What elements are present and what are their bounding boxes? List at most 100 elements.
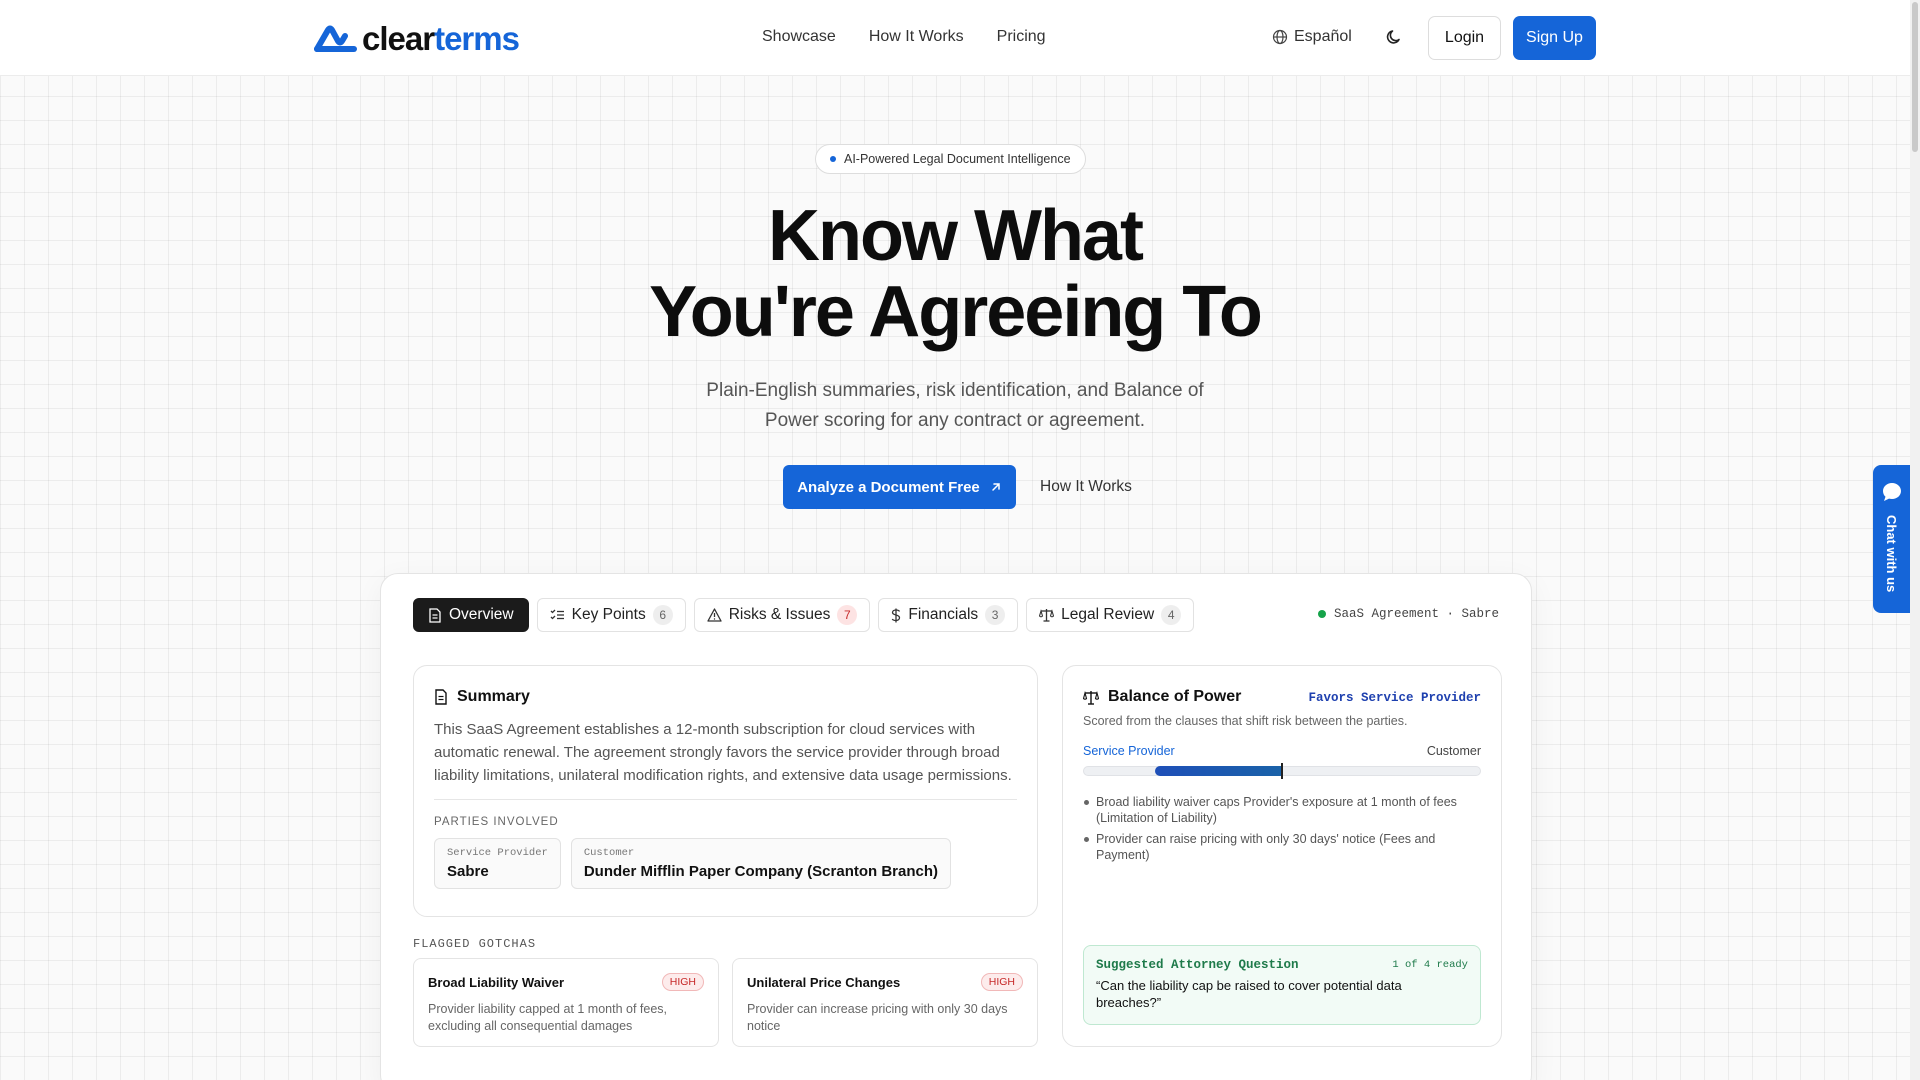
- hero-badge: AI-Powered Legal Document Intelligence: [815, 144, 1086, 174]
- badge-dot: [830, 156, 836, 162]
- nav-showcase[interactable]: Showcase: [762, 28, 836, 46]
- question-text: “Can the liability cap be raised to cove…: [1096, 978, 1402, 1010]
- tab-legal-review[interactable]: Legal Review 4: [1026, 598, 1195, 632]
- chat-widget-tab[interactable]: Chat with us: [1873, 465, 1910, 613]
- gotcha-header: Broad Liability Waiver HIGH: [428, 973, 704, 991]
- gotcha-title: Unilateral Price Changes: [747, 974, 901, 990]
- balance-subtitle: Scored from the clauses that shift risk …: [1083, 714, 1408, 728]
- site-header: clearterms Showcase How It Works Pricing…: [0, 0, 1910, 76]
- summary-text: This SaaS Agreement establishes a 12-mon…: [434, 721, 1012, 784]
- document-icon: [435, 689, 447, 705]
- analysis-tabs: Overview Key Points 6 Risks & Issues 7 F…: [413, 598, 1195, 632]
- tab-key-points-count: 6: [652, 605, 673, 625]
- how-it-works-link[interactable]: How It Works: [1040, 478, 1132, 496]
- tab-legal-review-label: Legal Review: [1061, 606, 1155, 623]
- scale-icon: [1083, 690, 1099, 705]
- hero-title-line2: You're Agreeing To: [649, 272, 1263, 352]
- balance-title: Balance of Power: [1108, 688, 1242, 705]
- severity-badge: HIGH: [661, 973, 704, 991]
- logo-mark-icon: [314, 25, 357, 52]
- arrow-up-right-icon: [992, 483, 1000, 491]
- balance-scale-fill: [1155, 766, 1282, 776]
- party-role: Service Provider: [447, 847, 548, 859]
- tab-risks-issues[interactable]: Risks & Issues 7: [693, 598, 871, 632]
- gotcha-description: Provider liability capped at 1 month of …: [428, 1002, 668, 1033]
- tab-financials-count: 3: [985, 605, 1006, 625]
- hero-title: Know What You're Agreeing To: [560, 198, 1350, 350]
- demo-panel: Overview Key Points 6 Risks & Issues 7 F…: [380, 573, 1532, 1080]
- tab-key-points-label: Key Points: [571, 606, 646, 623]
- chat-bubble-icon: [1882, 483, 1901, 501]
- party-name: Dunder Mifflin Paper Company (Scranton B…: [583, 863, 939, 880]
- party-role: Customer: [583, 847, 635, 859]
- login-button[interactable]: Login: [1428, 16, 1501, 60]
- globe-icon: [1272, 29, 1288, 45]
- tab-legal-review-count: 4: [1161, 605, 1182, 625]
- gotcha-title: Broad Liability Waiver: [428, 974, 565, 990]
- summary-header: Summary: [434, 688, 1017, 706]
- list-item: Broad liability waiver caps Provider's e…: [1083, 794, 1481, 826]
- brand-name-blue: terms: [434, 20, 520, 57]
- summary-divider: [434, 799, 1017, 800]
- moon-icon: [1386, 30, 1400, 44]
- tab-risks-count: 7: [837, 605, 858, 625]
- favors-label: Favors Service Provider: [1308, 691, 1481, 705]
- document-meta-label: SaaS Agreement · Sabre: [1333, 607, 1499, 621]
- parties-label: PARTIES INVOLVED: [434, 816, 559, 828]
- scale-right-label: Customer: [1426, 744, 1481, 758]
- balance-scale-track: [1083, 763, 1481, 779]
- document-icon: [429, 607, 441, 623]
- party-service-provider: Service Provider Sabre: [434, 838, 561, 889]
- gotcha-card[interactable]: Broad Liability Waiver HIGH Provider lia…: [413, 958, 719, 1047]
- scrollbar-thumb[interactable]: [1912, 2, 1918, 152]
- attorney-question-box[interactable]: Suggested Attorney Question 1 of 4 ready…: [1083, 945, 1481, 1025]
- hero-subtitle: Plain-English summaries, risk identifica…: [706, 380, 1204, 431]
- brand-name-dark: clear: [362, 20, 435, 57]
- scale-left-label: Service Provider: [1083, 744, 1175, 758]
- gotcha-header: Unilateral Price Changes HIGH: [747, 973, 1023, 991]
- list-check-icon: [550, 609, 564, 620]
- question-ready-count: 1 of 4 ready: [1392, 959, 1468, 971]
- tab-overview[interactable]: Overview: [413, 598, 529, 632]
- question-title: Suggested Attorney Question: [1096, 958, 1299, 972]
- dollar-icon: [892, 608, 901, 622]
- analyze-label: Analyze a Document Free: [797, 478, 980, 496]
- list-item: Provider can raise pricing with only 30 …: [1083, 831, 1481, 863]
- scale-icon: [1039, 609, 1055, 622]
- tab-key-points[interactable]: Key Points 6: [536, 598, 686, 632]
- tab-financials-label: Financials: [908, 606, 979, 623]
- brand-name: clearterms: [362, 20, 520, 58]
- language-label: Español: [1294, 28, 1352, 45]
- brand-logo[interactable]: clearterms: [314, 20, 520, 58]
- language-switcher[interactable]: Español: [1272, 28, 1352, 46]
- warning-icon: [707, 608, 722, 622]
- nav-how-it-works[interactable]: How It Works: [869, 28, 964, 46]
- hero-title-line1: Know What: [768, 196, 1144, 276]
- question-header: Suggested Attorney Question 1 of 4 ready: [1096, 958, 1468, 972]
- nav-pricing[interactable]: Pricing: [997, 28, 1046, 46]
- tab-overview-label: Overview: [449, 606, 514, 623]
- status-dot: [1317, 610, 1326, 618]
- chat-label: Chat with us: [1884, 515, 1899, 593]
- gotcha-card[interactable]: Unilateral Price Changes HIGH Provider c…: [732, 958, 1038, 1047]
- flagged-gotchas-label: FLAGGED GOTCHAS: [413, 937, 537, 951]
- document-meta: SaaS Agreement · Sabre: [1317, 607, 1499, 621]
- balance-scale-marker: [1281, 763, 1283, 779]
- summary-title: Summary: [457, 688, 530, 705]
- party-customer: Customer Dunder Mifflin Paper Company (S…: [570, 838, 952, 889]
- severity-badge: HIGH: [980, 973, 1023, 991]
- party-name: Sabre: [447, 863, 489, 880]
- page-scrollbar[interactable]: [1910, 0, 1920, 1080]
- signup-button[interactable]: Sign Up: [1513, 16, 1596, 60]
- scale-labels: Service Provider Customer: [1083, 744, 1481, 758]
- analyze-document-button[interactable]: Analyze a Document Free: [783, 465, 1016, 509]
- balance-points: Broad liability waiver caps Provider's e…: [1083, 794, 1481, 863]
- main-nav: Showcase How It Works Pricing: [762, 28, 1046, 46]
- tab-risks-label: Risks & Issues: [728, 606, 831, 623]
- balance-of-power-card: Balance of Power Favors Service Provider…: [1062, 665, 1502, 1047]
- tab-financials[interactable]: Financials 3: [878, 598, 1019, 632]
- gotcha-description: Provider can increase pricing with only …: [747, 1002, 1008, 1033]
- theme-toggle[interactable]: [1384, 27, 1404, 47]
- badge-label: AI-Powered Legal Document Intelligence: [844, 152, 1071, 166]
- summary-card: Summary This SaaS Agreement establishes …: [413, 665, 1038, 917]
